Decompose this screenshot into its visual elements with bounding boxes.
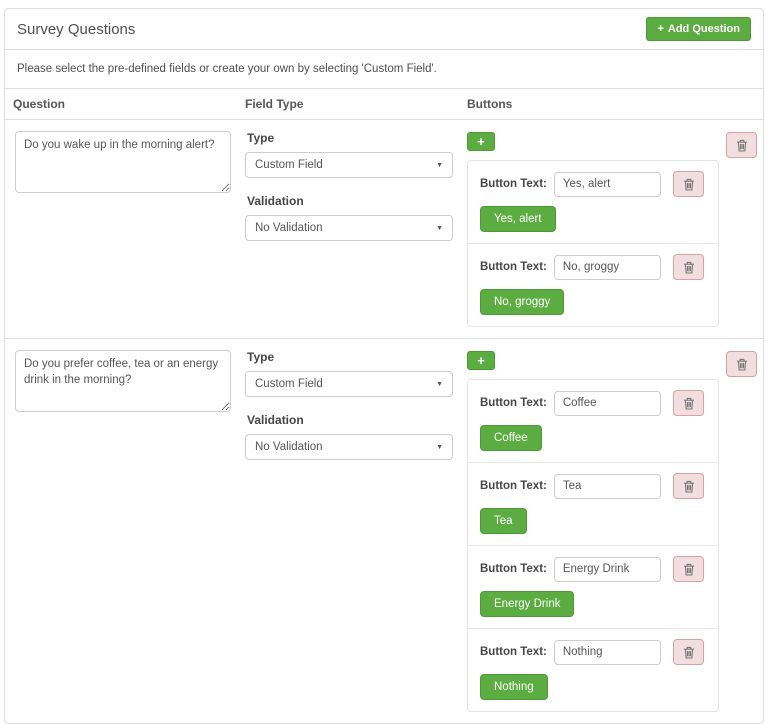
button-options-group: Button Text: Coffee Button Text: xyxy=(467,379,719,712)
trash-icon xyxy=(736,139,748,152)
field-type-cell: Type Custom Field ▼ Validation No Valida… xyxy=(237,120,459,338)
type-select[interactable]: Custom Field ▼ xyxy=(245,371,453,397)
validation-select-value: No Validation xyxy=(255,441,323,453)
add-question-button[interactable]: + Add Question xyxy=(646,17,751,41)
validation-select[interactable]: No Validation ▼ xyxy=(245,215,453,241)
trash-icon xyxy=(683,397,695,410)
delete-question-button[interactable] xyxy=(726,132,757,158)
question-row: Do you wake up in the morning alert? Typ… xyxy=(5,120,763,339)
button-preview[interactable]: Energy Drink xyxy=(480,591,575,617)
column-header-field-type: Field Type xyxy=(245,97,304,111)
trash-icon xyxy=(683,261,695,274)
question-textarea[interactable]: Do you prefer coffee, tea or an energy d… xyxy=(15,350,231,412)
button-text-label: Button Text: xyxy=(480,563,547,575)
button-option-entry: Button Text: No, groggy xyxy=(468,244,718,326)
add-button-option-button[interactable]: + xyxy=(467,351,495,370)
button-text-input[interactable] xyxy=(553,390,661,416)
delete-button-option-button[interactable] xyxy=(673,171,704,197)
button-options-column: + Button Text: Coffee Button Text: xyxy=(467,350,719,712)
field-type-cell: Type Custom Field ▼ Validation No Valida… xyxy=(237,339,459,723)
trash-icon xyxy=(736,358,748,371)
delete-button-option-button[interactable] xyxy=(673,254,704,280)
button-option-entry: Button Text: Coffee xyxy=(468,380,718,463)
button-preview[interactable]: Yes, alert xyxy=(480,206,556,232)
button-options-group: Button Text: Yes, alert Button Text: xyxy=(467,160,719,327)
panel-heading: Survey Questions + Add Question xyxy=(5,9,763,50)
button-options-column: + Button Text: Yes, alert Button Text xyxy=(467,131,719,327)
question-cell: Do you wake up in the morning alert? xyxy=(5,120,237,338)
button-option-entry: Button Text: Nothing xyxy=(468,629,718,711)
buttons-cell: + Button Text: Coffee Button Text: xyxy=(459,339,763,723)
survey-questions-panel: Survey Questions + Add Question Please s… xyxy=(4,8,764,724)
chevron-down-icon: ▼ xyxy=(436,380,443,388)
type-label: Type xyxy=(247,350,275,364)
delete-button-option-button[interactable] xyxy=(673,556,704,582)
button-text-label: Button Text: xyxy=(480,397,547,409)
validation-select[interactable]: No Validation ▼ xyxy=(245,434,453,460)
chevron-down-icon: ▼ xyxy=(436,224,443,232)
type-select-value: Custom Field xyxy=(255,159,323,171)
trash-icon xyxy=(683,563,695,576)
chevron-down-icon: ▼ xyxy=(436,161,443,169)
question-textarea[interactable]: Do you wake up in the morning alert? xyxy=(15,131,231,193)
add-button-option-button[interactable]: + xyxy=(467,132,495,151)
validation-label: Validation xyxy=(247,194,304,208)
button-text-label: Button Text: xyxy=(480,646,547,658)
delete-button-option-button[interactable] xyxy=(673,473,704,499)
question-cell: Do you prefer coffee, tea or an energy d… xyxy=(5,339,237,723)
button-option-entry-top: Button Text: xyxy=(480,639,704,665)
column-header-buttons: Buttons xyxy=(467,97,513,111)
plus-icon: + xyxy=(657,23,664,35)
button-preview[interactable]: No, groggy xyxy=(480,289,565,315)
button-option-entry-top: Button Text: xyxy=(480,473,704,499)
chevron-down-icon: ▼ xyxy=(436,443,443,451)
type-select-value: Custom Field xyxy=(255,378,323,390)
validation-label: Validation xyxy=(247,413,304,427)
button-option-entry: Button Text: Tea xyxy=(468,463,718,546)
add-question-label: Add Question xyxy=(667,23,740,35)
button-option-entry-top: Button Text: xyxy=(480,254,704,280)
button-text-label: Button Text: xyxy=(480,261,547,273)
question-rows-container: Do you wake up in the morning alert? Typ… xyxy=(5,120,763,723)
type-select[interactable]: Custom Field ▼ xyxy=(245,152,453,178)
button-text-input[interactable] xyxy=(553,254,661,280)
delete-question-button[interactable] xyxy=(726,351,757,377)
type-label: Type xyxy=(247,131,275,145)
instructions-text: Please select the pre-defined fields or … xyxy=(5,50,763,89)
trash-icon xyxy=(683,178,695,191)
column-header-question: Question xyxy=(13,97,66,111)
button-text-label: Button Text: xyxy=(480,178,547,190)
button-text-input[interactable] xyxy=(553,171,661,197)
button-option-entry-top: Button Text: xyxy=(480,390,704,416)
button-preview[interactable]: Coffee xyxy=(480,425,542,451)
delete-button-option-button[interactable] xyxy=(673,639,704,665)
button-text-input[interactable] xyxy=(553,556,661,582)
button-option-entry: Button Text: Energy Drink xyxy=(468,546,718,629)
trash-icon xyxy=(683,480,695,493)
button-option-entry-top: Button Text: xyxy=(480,556,704,582)
validation-select-value: No Validation xyxy=(255,222,323,234)
question-row: Do you prefer coffee, tea or an energy d… xyxy=(5,339,763,723)
table-header-row: Question Field Type Buttons xyxy=(5,89,763,120)
button-text-label: Button Text: xyxy=(480,480,547,492)
page-title: Survey Questions xyxy=(17,20,136,38)
delete-button-option-button[interactable] xyxy=(673,390,704,416)
button-preview[interactable]: Tea xyxy=(480,508,527,534)
button-preview[interactable]: Nothing xyxy=(480,674,548,700)
button-text-input[interactable] xyxy=(553,639,661,665)
button-text-input[interactable] xyxy=(553,473,661,499)
button-option-entry-top: Button Text: xyxy=(480,171,704,197)
button-option-entry: Button Text: Yes, alert xyxy=(468,161,718,244)
buttons-cell: + Button Text: Yes, alert Button Text xyxy=(459,120,763,338)
trash-icon xyxy=(683,646,695,659)
